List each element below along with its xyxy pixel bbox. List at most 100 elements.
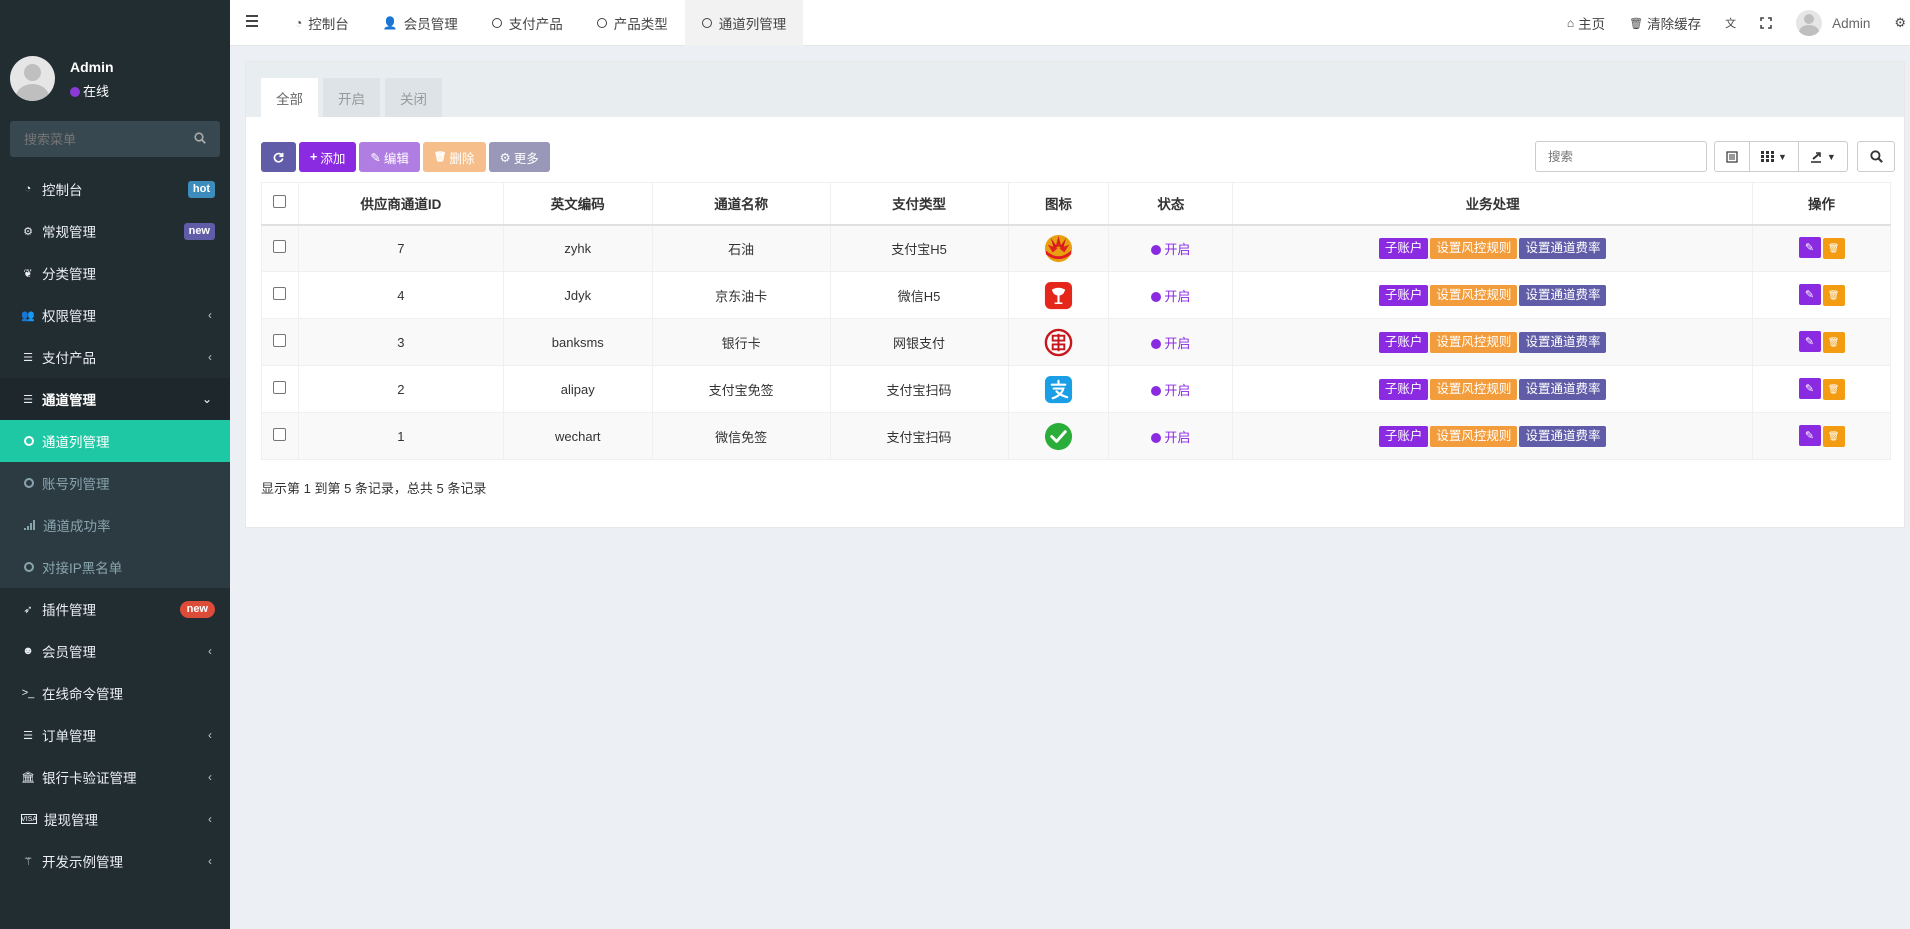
language-button[interactable]: 文 bbox=[1713, 0, 1748, 46]
settings-button[interactable]: ⚙ bbox=[1882, 0, 1910, 46]
clear-cache-label: 清除缓存 bbox=[1647, 17, 1702, 32]
row-edit-button[interactable]: ✎ bbox=[1798, 237, 1821, 259]
row-edit-button[interactable]: ✎ bbox=[1798, 331, 1821, 352]
status-badge[interactable]: 开启 bbox=[1151, 430, 1190, 445]
cell-name: 微信免签 bbox=[651, 412, 831, 460]
toggle-view-button[interactable] bbox=[1714, 141, 1750, 172]
sidebar-subitem-ip-blacklist[interactable]: 对接IP黑名单 bbox=[0, 546, 230, 588]
leaf-icon: ❦ bbox=[23, 267, 33, 280]
tab-product-type[interactable]: 产品类型 bbox=[580, 0, 685, 46]
fee-rate-button[interactable]: 设置通道费率 bbox=[1519, 425, 1607, 447]
tab-member[interactable]: 👤 会员管理 bbox=[366, 0, 475, 46]
cell-id: 2 bbox=[297, 365, 504, 413]
col-header[interactable]: 通道名称 bbox=[651, 182, 831, 226]
risk-rule-button[interactable]: 设置风控规则 bbox=[1430, 378, 1518, 400]
add-button[interactable]: + 添加 bbox=[299, 142, 357, 172]
fullscreen-button[interactable] bbox=[1748, 0, 1784, 46]
clear-cache-link[interactable]: 🗑 清除缓存 bbox=[1617, 0, 1713, 46]
menu-search-input[interactable] bbox=[10, 121, 180, 157]
fee-rate-button[interactable]: 设置通道费率 bbox=[1519, 284, 1607, 306]
sidebar-item-bankcard[interactable]: 🏛 银行卡验证管理 ‹ bbox=[0, 756, 230, 798]
sidebar-item-category[interactable]: ❦ 分类管理 bbox=[0, 252, 230, 294]
tab-all[interactable]: 全部 bbox=[261, 78, 318, 117]
row-checkbox[interactable] bbox=[273, 381, 287, 394]
risk-rule-button[interactable]: 设置风控规则 bbox=[1430, 237, 1518, 259]
risk-rule-button[interactable]: 设置风控规则 bbox=[1430, 284, 1518, 306]
status-badge[interactable]: 开启 bbox=[1151, 289, 1190, 304]
tab-channel-list[interactable]: 通道列管理 bbox=[684, 0, 804, 46]
row-select-cell bbox=[261, 271, 299, 319]
sidebar-item-command[interactable]: >_ 在线命令管理 bbox=[0, 672, 230, 714]
sidebar-item-label: 支付产品 bbox=[42, 351, 96, 366]
table-search-input[interactable] bbox=[1536, 142, 1706, 171]
search-button[interactable] bbox=[1857, 141, 1895, 172]
row-delete-button[interactable]: 🗑 bbox=[1822, 426, 1845, 447]
row-delete-button[interactable]: 🗑 bbox=[1822, 285, 1845, 306]
fee-rate-button[interactable]: 设置通道费率 bbox=[1519, 237, 1607, 259]
sidebar-item-order[interactable]: ☰ 订单管理 ‹ bbox=[0, 714, 230, 756]
col-header[interactable]: 英文编码 bbox=[502, 182, 653, 226]
export-button[interactable]: ▼ bbox=[1797, 141, 1848, 172]
row-edit-button[interactable]: ✎ bbox=[1798, 425, 1821, 446]
tab-pay-product[interactable]: 支付产品 bbox=[475, 0, 580, 46]
more-button[interactable]: ⚙ 更多 bbox=[488, 142, 550, 172]
sidebar-item-withdraw[interactable]: VISA 提现管理 ‹ bbox=[0, 798, 230, 840]
col-header[interactable]: 供应商通道ID bbox=[297, 182, 504, 226]
tab-enabled[interactable]: 开启 bbox=[323, 78, 380, 117]
col-header[interactable]: 状态 bbox=[1108, 182, 1234, 226]
select-all-checkbox[interactable] bbox=[273, 195, 287, 209]
row-checkbox[interactable] bbox=[273, 287, 287, 300]
sidebar-subitem-channel-list[interactable]: 通道列管理 bbox=[0, 420, 230, 462]
row-checkbox[interactable] bbox=[273, 428, 287, 441]
sub-account-button[interactable]: 子账户 bbox=[1378, 284, 1429, 306]
sidebar-item-label: 开发示例管理 bbox=[42, 855, 123, 870]
sidebar-subitem-success-rate[interactable]: 通道成功率 bbox=[0, 504, 230, 546]
edit-button[interactable]: ✎ 编辑 bbox=[359, 142, 420, 172]
row-edit-button[interactable]: ✎ bbox=[1798, 284, 1821, 305]
status-label: 开启 bbox=[1164, 288, 1191, 304]
cell-name: 支付宝免签 bbox=[651, 365, 831, 413]
row-checkbox[interactable] bbox=[273, 240, 287, 254]
sub-account-button[interactable]: 子账户 bbox=[1378, 378, 1429, 400]
col-header[interactable]: 支付类型 bbox=[829, 182, 1009, 226]
sub-account-button[interactable]: 子账户 bbox=[1378, 425, 1429, 447]
sidebar-item-dashboard[interactable]: ◔ 控制台 hot bbox=[0, 168, 230, 210]
row-edit-button[interactable]: ✎ bbox=[1798, 378, 1821, 399]
gear-icon: ⚙ bbox=[499, 150, 511, 165]
search-icon[interactable] bbox=[194, 132, 206, 144]
risk-rule-button[interactable]: 设置风控规则 bbox=[1430, 331, 1518, 353]
sidebar-item-member[interactable]: ☻ 会员管理 ‹ bbox=[0, 630, 230, 672]
row-delete-button[interactable]: 🗑 bbox=[1822, 238, 1845, 260]
sub-account-button[interactable]: 子账户 bbox=[1378, 237, 1429, 259]
sidebar-item-plugin[interactable]: ➶ 插件管理 new bbox=[0, 588, 230, 630]
refresh-button[interactable] bbox=[261, 142, 296, 172]
risk-rule-button[interactable]: 设置风控规则 bbox=[1430, 425, 1518, 447]
sidebar-item-auth[interactable]: 👥 权限管理 ‹ bbox=[0, 294, 230, 336]
fee-rate-button[interactable]: 设置通道费率 bbox=[1519, 331, 1607, 353]
delete-button[interactable]: 🗑 删除 bbox=[422, 142, 486, 172]
user-menu[interactable]: Admin bbox=[1784, 0, 1882, 46]
columns-button[interactable]: ▼ bbox=[1749, 141, 1799, 172]
row-delete-button[interactable]: 🗑 bbox=[1822, 379, 1845, 400]
row-select-cell bbox=[261, 412, 299, 460]
sidebar-toggle-icon[interactable] bbox=[246, 15, 258, 27]
home-link[interactable]: ⌂ 主页 bbox=[1555, 0, 1617, 46]
tab-disabled[interactable]: 关闭 bbox=[385, 78, 442, 117]
sidebar-subitem-account-list[interactable]: 账号列管理 bbox=[0, 462, 230, 504]
sidebar-item-channel[interactable]: ☰ 通道管理 ⌄ bbox=[0, 378, 230, 420]
sidebar-item-label: 在线命令管理 bbox=[42, 687, 123, 702]
sub-account-button[interactable]: 子账户 bbox=[1378, 331, 1429, 353]
fee-rate-button[interactable]: 设置通道费率 bbox=[1519, 378, 1607, 400]
status-badge[interactable]: 开启 bbox=[1151, 242, 1190, 257]
tab-dashboard[interactable]: ◔ 控制台 bbox=[278, 0, 366, 46]
sidebar-item-pay-product[interactable]: ☰ 支付产品 ‹ bbox=[0, 336, 230, 378]
sidebar-item-general[interactable]: ⚙ 常规管理 new bbox=[0, 210, 230, 252]
circle-icon bbox=[24, 562, 34, 572]
user-circle-icon: ☻ bbox=[22, 645, 34, 657]
row-delete-button[interactable]: 🗑 bbox=[1822, 332, 1845, 353]
row-checkbox[interactable] bbox=[273, 334, 287, 347]
status-badge[interactable]: 开启 bbox=[1151, 383, 1190, 398]
status-badge[interactable]: 开启 bbox=[1151, 336, 1190, 351]
sidebar-item-dev-example[interactable]: ⚚ 开发示例管理 ‹ bbox=[0, 840, 230, 882]
jd-icon bbox=[1044, 281, 1073, 309]
